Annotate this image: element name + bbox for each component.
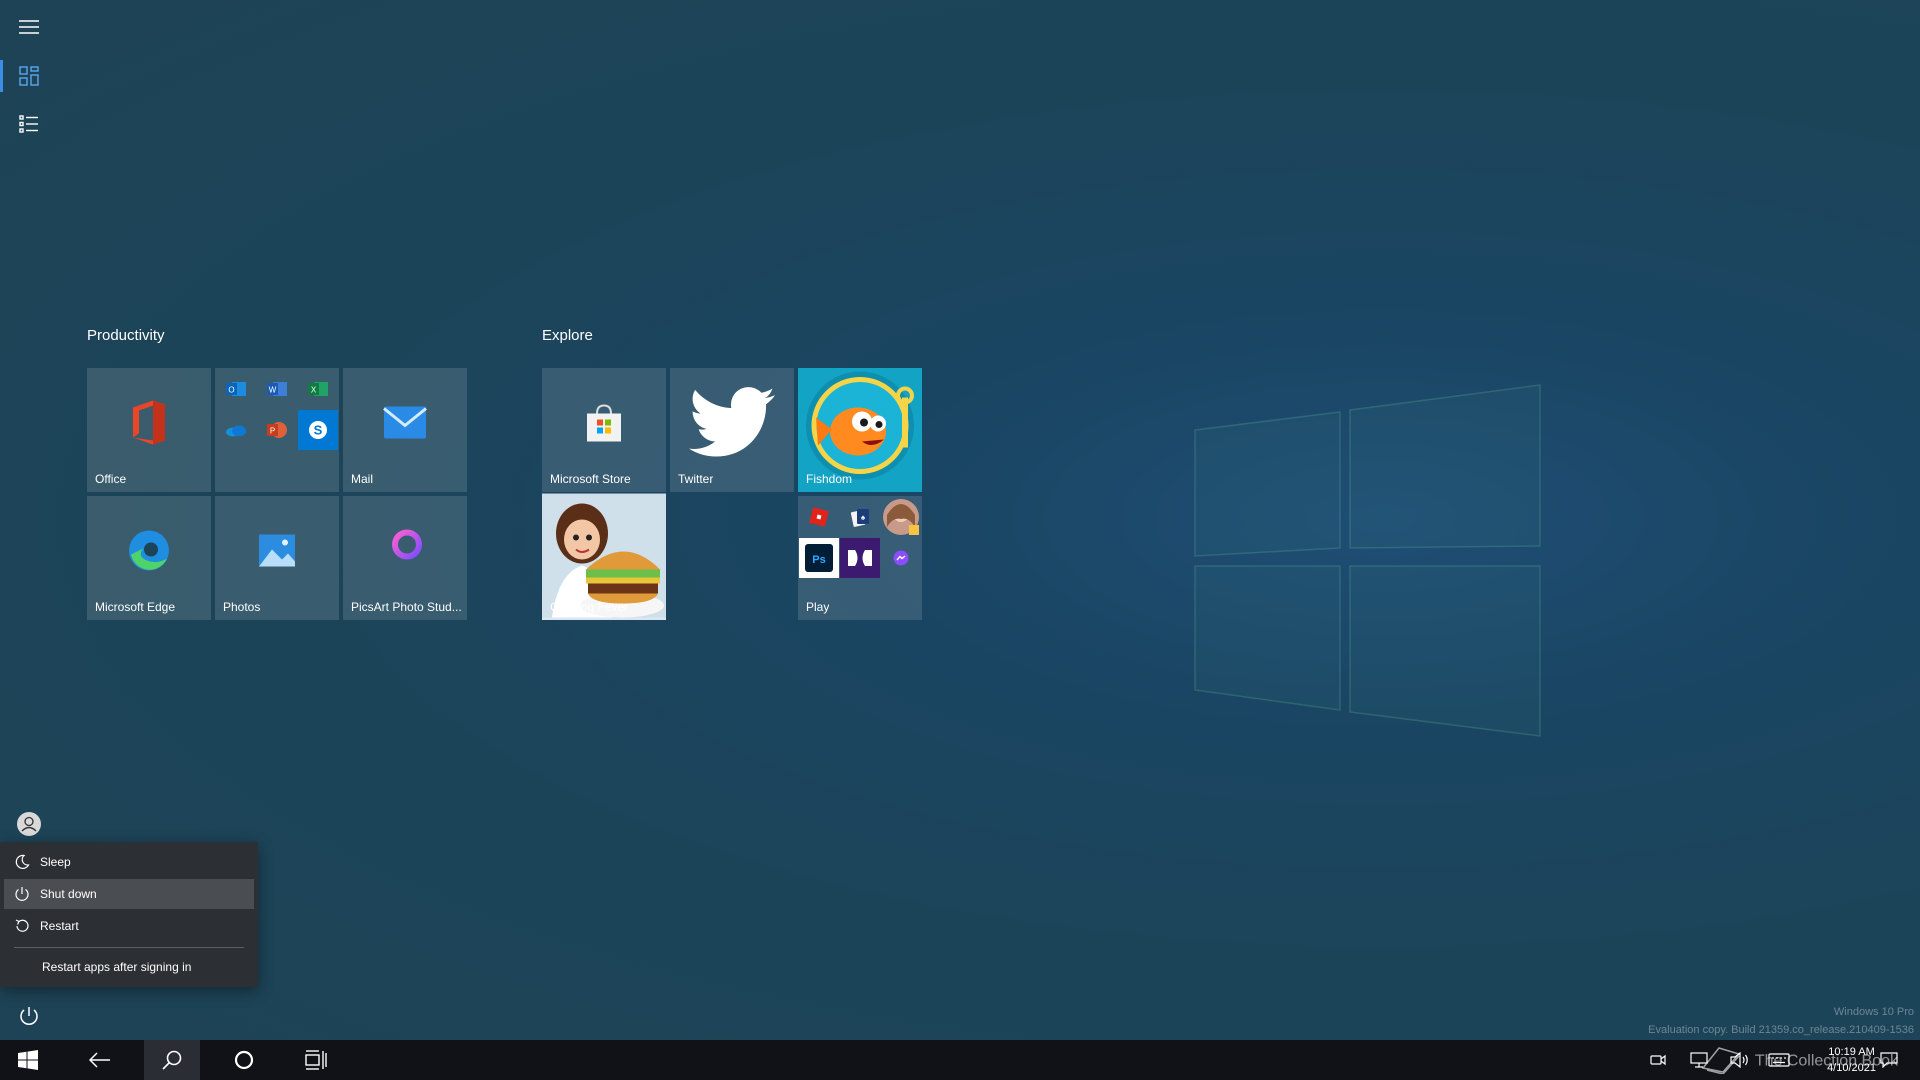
svg-text:S: S <box>314 423 323 438</box>
svg-text:W: W <box>269 386 277 395</box>
taskbar: 10:19 AM 4/10/2021 <box>0 1040 1920 1080</box>
all-apps-list-icon[interactable] <box>0 102 58 146</box>
start-icon[interactable] <box>4 1040 52 1080</box>
tile-office-apps-folder[interactable]: O W X P S <box>215 368 339 492</box>
svg-text:O: O <box>228 386 234 395</box>
watermark-edition: Windows 10 Pro <box>1833 1006 1914 1018</box>
skype-icon: S <box>298 410 338 450</box>
menu-item-restart-apps-option[interactable]: Restart apps after signing in <box>42 952 252 982</box>
power-options-menu: Sleep Shut down Restart Restart apps aft… <box>0 842 258 987</box>
dolby-access-icon <box>840 538 880 578</box>
menu-item-shut-down[interactable]: Shut down <box>4 879 254 909</box>
excel-icon: X <box>298 369 338 409</box>
tile-office[interactable]: Office <box>87 368 211 492</box>
menu-item-sleep[interactable]: Sleep <box>4 847 254 877</box>
task-view-icon[interactable] <box>292 1040 340 1080</box>
outlook-icon: O <box>216 369 256 409</box>
restart-icon <box>4 918 40 934</box>
svg-text:P: P <box>270 427 275 436</box>
game-portrait-icon <box>881 497 921 537</box>
windows-logo-wallpaper <box>1185 380 1545 740</box>
svg-text:X: X <box>311 386 317 395</box>
menu-separator <box>14 947 244 948</box>
watermark-build: Evaluation copy. Build 21359.co_release.… <box>1648 1024 1914 1036</box>
moon-icon <box>4 854 40 870</box>
edge-icon <box>127 529 171 578</box>
picsart-icon <box>385 529 425 578</box>
power-icon <box>4 886 40 902</box>
powerpoint-icon: P <box>257 410 297 450</box>
back-arrow-icon[interactable] <box>76 1040 124 1080</box>
group-title-productivity: Productivity <box>87 327 165 344</box>
collection-book-watermark: The Collection Book <box>1699 1044 1898 1079</box>
messenger-icon <box>881 538 921 578</box>
power-icon[interactable] <box>0 994 58 1038</box>
tile-play-folder[interactable]: ♠ Ps Play <box>798 496 922 620</box>
search-icon[interactable] <box>144 1040 200 1080</box>
roblox-icon <box>799 497 839 537</box>
tile-microsoft-store[interactable]: Microsoft Store <box>542 368 666 492</box>
mail-icon <box>383 406 427 445</box>
tile-twitter[interactable]: Twitter <box>670 368 794 492</box>
meet-now-icon[interactable] <box>1650 1040 1666 1080</box>
book-logo-icon <box>1699 1044 1743 1079</box>
tile-mail[interactable]: Mail <box>343 368 467 492</box>
pinned-tiles-icon[interactable] <box>0 54 58 98</box>
photoshop-express-icon: Ps <box>799 538 839 578</box>
hamburger-menu-icon[interactable] <box>0 5 58 49</box>
solitaire-icon: ♠ <box>840 497 880 537</box>
twitter-icon <box>689 387 775 464</box>
tile-fishdom[interactable]: Fishdom <box>798 368 922 492</box>
photos-icon <box>258 534 296 573</box>
cortana-icon[interactable] <box>220 1040 268 1080</box>
office-icon <box>129 400 169 451</box>
svg-text:Ps: Ps <box>812 554 825 566</box>
tile-microsoft-edge[interactable]: Microsoft Edge <box>87 496 211 620</box>
menu-item-restart[interactable]: Restart <box>4 911 254 941</box>
tile-picsart[interactable]: PicsArt Photo Stud... <box>343 496 467 620</box>
word-icon: W <box>257 369 297 409</box>
user-account-icon[interactable] <box>0 802 58 846</box>
group-title-explore: Explore <box>542 327 593 344</box>
onedrive-icon <box>216 410 256 450</box>
store-icon <box>583 402 625 449</box>
tile-photos[interactable]: Photos <box>215 496 339 620</box>
tile-cooking-fever[interactable]: Cooking Fever <box>542 493 666 620</box>
